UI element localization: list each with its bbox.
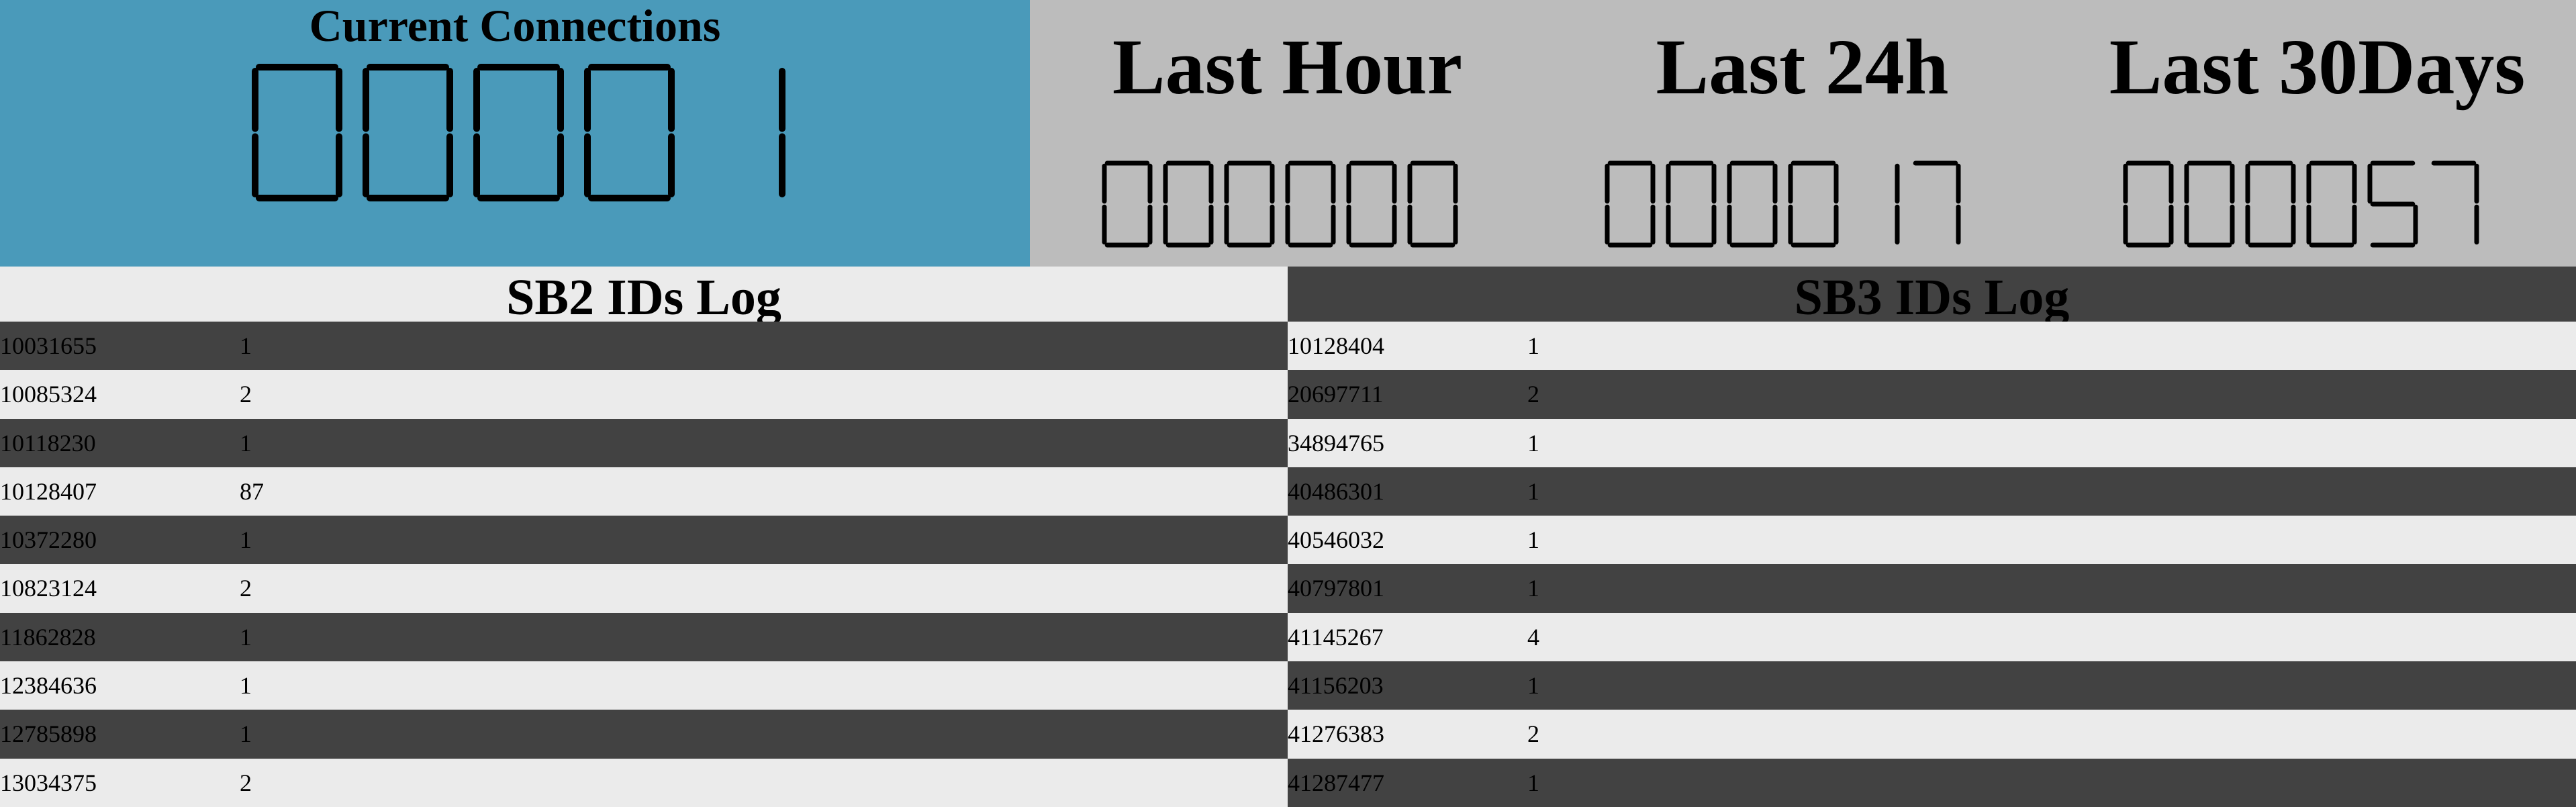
current-connections-title: Current Connections	[309, 0, 721, 51]
row-id: 11862828	[0, 623, 96, 651]
digit	[363, 64, 453, 201]
digit	[1727, 160, 1778, 248]
table-row: 10128404 1	[1288, 322, 2576, 371]
table-row: 41287477 1	[1288, 758, 2576, 807]
row-id: 10128407	[0, 477, 97, 505]
last-hour-label: Last Hour	[1112, 23, 1463, 111]
row-id: 13034375	[0, 769, 97, 796]
row-id: 10031655	[0, 332, 97, 359]
digit	[252, 64, 342, 201]
row-count: 1	[240, 623, 252, 651]
digit	[2123, 160, 2174, 248]
row-id: 41276383	[1288, 720, 1384, 748]
table-row: 34894765 1	[1288, 418, 2576, 467]
row-count: 1	[240, 526, 252, 554]
row-id: 10128404	[1288, 332, 1384, 359]
row-count: 1	[240, 672, 252, 700]
row-id: 40797801	[1288, 575, 1384, 602]
table-row: 13034375 2	[0, 758, 1288, 807]
table-row: 12384636 1	[0, 661, 1288, 710]
row-id: 40546032	[1288, 526, 1384, 554]
digit	[2306, 160, 2357, 248]
row-id: 41287477	[1288, 769, 1384, 796]
digit	[1407, 160, 1458, 248]
sb3-log-table: 10128404 1 20697711 2 34894765 1 40486301 1 …	[1288, 322, 2576, 807]
table-row: 10031655 1	[0, 322, 1288, 371]
row-count: 2	[240, 575, 252, 602]
row-count: 1	[1527, 429, 1539, 457]
digit	[584, 64, 675, 201]
last-30days-display	[2123, 160, 2479, 248]
digit	[1163, 160, 1214, 248]
row-count: 1	[1527, 526, 1539, 554]
row-count: 2	[240, 769, 252, 796]
table-row: 10823124 2	[0, 564, 1288, 613]
digit	[1666, 160, 1717, 248]
table-row: 41156203 1	[1288, 661, 2576, 710]
current-connections-panel: Current Connections	[0, 0, 1030, 267]
row-count: 1	[1527, 477, 1539, 505]
row-id: 10372280	[0, 526, 97, 554]
row-id: 40486301	[1288, 477, 1384, 505]
table-row: 10118230 1	[0, 418, 1288, 467]
row-id: 10085324	[0, 381, 97, 408]
digit	[2245, 160, 2296, 248]
row-id: 41156203	[1288, 672, 1384, 700]
row-id: 12785898	[0, 720, 97, 748]
table-row: 40486301 1	[1288, 467, 2576, 516]
row-id: 41145267	[1288, 623, 1384, 651]
row-count: 1	[1527, 575, 1539, 602]
row-count: 1	[1527, 769, 1539, 796]
table-row: 41276383 2	[1288, 710, 2576, 759]
table-row: 40797801 1	[1288, 564, 2576, 613]
digit	[2184, 160, 2235, 248]
row-id: 10118230	[0, 429, 96, 457]
digit	[1788, 160, 1839, 248]
table-row: 10372280 1	[0, 516, 1288, 565]
digit	[2431, 160, 2479, 245]
table-row: 41145267 4	[1288, 612, 2576, 662]
row-count: 1	[240, 332, 252, 359]
row-count: 1	[1527, 672, 1539, 700]
stats-panel: Last Hour Last 24h Last 30Days	[1030, 0, 2576, 267]
last-24h-display	[1605, 160, 1961, 248]
row-count: 1	[240, 720, 252, 748]
digit	[1102, 160, 1153, 248]
row-count: 2	[1527, 720, 1539, 748]
last-hour-display	[1102, 160, 1458, 248]
row-id: 10823124	[0, 575, 97, 602]
sb3-log-title: SB3 IDs Log	[1288, 267, 2576, 322]
last-24h-label: Last 24h	[1656, 23, 1949, 111]
digit	[473, 64, 564, 201]
table-row: 12785898 1	[0, 710, 1288, 759]
row-count: 2	[1527, 381, 1539, 408]
row-count: 1	[1527, 332, 1539, 359]
table-row: 20697711 2	[1288, 370, 2576, 419]
digit	[1346, 160, 1397, 248]
row-count: 87	[240, 477, 264, 505]
row-count: 4	[1527, 623, 1539, 651]
digit	[1913, 160, 1961, 245]
digit	[2367, 160, 2418, 248]
table-row: 10085324 2	[0, 370, 1288, 419]
sb2-log-title: SB2 IDs Log	[0, 267, 1288, 322]
table-row: 40546032 1	[1288, 516, 2576, 565]
row-id: 34894765	[1288, 429, 1384, 457]
digit	[1605, 160, 1656, 248]
digit	[1224, 160, 1275, 248]
table-row: 10128407 87	[0, 467, 1288, 516]
digit	[1285, 160, 1336, 248]
row-id: 20697711	[1288, 381, 1384, 408]
row-id: 12384636	[0, 672, 97, 700]
row-count: 2	[240, 381, 252, 408]
table-row: 11862828 1	[0, 612, 1288, 662]
last-30days-label: Last 30Days	[2109, 23, 2526, 111]
sb2-log-table: 10031655 1 10085324 2 10118230 1 10128407 87…	[0, 322, 1288, 807]
current-connections-display	[252, 64, 785, 201]
row-count: 1	[240, 429, 252, 457]
